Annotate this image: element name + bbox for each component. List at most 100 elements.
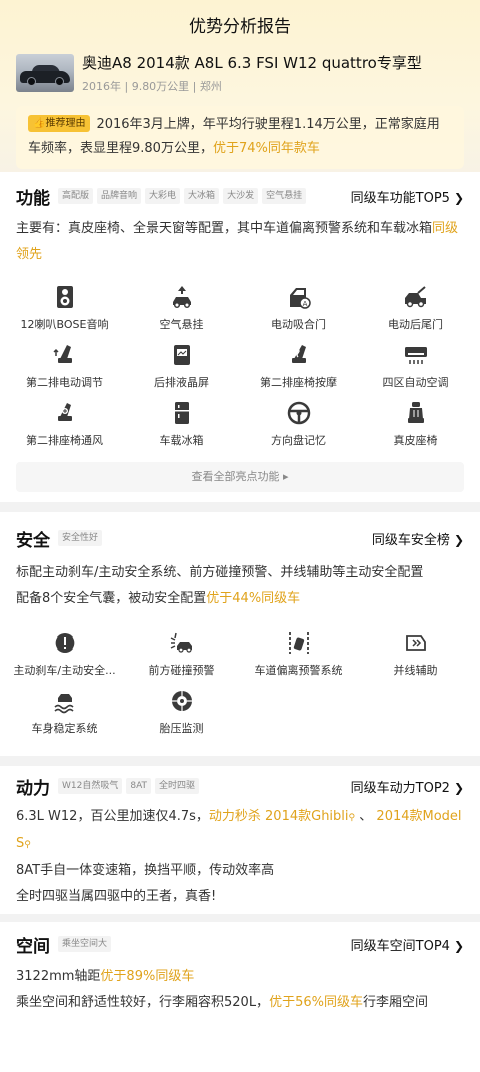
- chevron-right-icon: ❯: [453, 190, 464, 205]
- soft-close-door-icon: A: [289, 288, 311, 309]
- features-top5-link[interactable]: 同级车功能TOP5 ❯: [351, 187, 464, 206]
- car-summary[interactable]: 奥迪A8 2014款 A8L 6.3 FSI W12 quattro专享型 20…: [0, 40, 480, 94]
- page-title: 优势分析报告: [189, 17, 291, 37]
- safety-label: 胎压监测: [159, 722, 204, 735]
- seat-adjust-icon: [52, 345, 72, 363]
- svg-text:A: A: [302, 300, 307, 308]
- feature-item[interactable]: 后排液晶屏: [123, 342, 240, 400]
- power-line-2: 8AT手自一体变速箱，换挡平顺，传动效率高: [16, 863, 275, 878]
- power-header: 动力 W12自然吸气 8AT 全时四驱 同级车动力TOP2 ❯: [0, 774, 480, 799]
- recommend-highlight: 优于74%同年款车: [212, 141, 320, 156]
- recommend-reason: 👍推荐理由 2016年3月上牌，年平均行驶里程1.14万公里，正常家庭用车频率，表…: [16, 106, 464, 169]
- features-tag: 大彩电: [145, 188, 181, 204]
- safety-label: 车道偏离预警系统: [254, 664, 343, 677]
- feature-label: 后排液晶屏: [154, 376, 209, 389]
- fridge-icon: [174, 402, 189, 424]
- safety-tag: 安全性好: [58, 530, 103, 546]
- features-description: 主要有：真皮座椅、全景天窗等配置，其中车道偏离预警系统和车载冰箱同级领先: [16, 221, 459, 262]
- lane-departure-icon: [288, 632, 309, 654]
- space-line-2: 乘坐空间和舒适性较好，行李厢容积520L，优于56%同级车行李厢空间: [16, 995, 428, 1010]
- feature-label: 空气悬挂: [159, 318, 204, 331]
- safety-item[interactable]: 车道偏离预警系统: [240, 630, 357, 688]
- safety-desc-2: 配备8个安全气囊，被动安全配置优于44%同级车: [16, 591, 301, 606]
- car-thumbnail[interactable]: [16, 54, 74, 92]
- safety-label: 车身稳定系统: [31, 722, 98, 735]
- feature-label: 第二排座椅通风: [26, 434, 103, 447]
- feature-item[interactable]: A 电动吸合门: [240, 284, 357, 342]
- power-tailgate-icon: [404, 286, 426, 308]
- chevron-right-icon: ❯: [453, 938, 464, 953]
- feature-item[interactable]: 第二排座椅通风: [6, 400, 123, 458]
- safety-desc-1: 标配主动刹车/主动安全系统、前方碰撞预警、并线辅助等主动安全配置: [16, 565, 424, 580]
- chevron-right-icon: ❯: [453, 532, 464, 547]
- car-meta: 2016年 | 9.80万公里 | 郑州: [82, 80, 222, 93]
- safety-label: 前方碰撞预警: [148, 664, 215, 677]
- space-top4-link[interactable]: 同级车空间TOP4 ❯: [351, 935, 464, 954]
- feature-item[interactable]: 方向盘记忆: [240, 400, 357, 458]
- features-title: 功能: [16, 188, 50, 209]
- stability-icon: [53, 694, 74, 714]
- safety-label: 并线辅助: [393, 664, 438, 677]
- rear-screen-icon: [173, 345, 190, 365]
- air-suspension-icon: [172, 286, 191, 309]
- tire-pressure-icon: [171, 691, 192, 711]
- triangle-right-icon: ▸: [282, 470, 289, 483]
- power-tag: W12自然吸气: [58, 778, 123, 794]
- power-line-3: 全时四驱当属四驱中的王者，真香!: [16, 889, 217, 904]
- features-grid: 12喇叭BOSE音响 空气悬挂 A 电动吸合门 电动后尾门 第二排电动调节 后排…: [0, 284, 480, 458]
- feature-item[interactable]: 12喇叭BOSE音响: [6, 284, 123, 342]
- safety-desc-highlight: 优于44%同级车: [206, 591, 301, 606]
- safety-ranking-link[interactable]: 同级车安全榜 ❯: [372, 529, 464, 548]
- feature-item[interactable]: 真皮座椅: [357, 400, 474, 458]
- power-line-1: 6.3L W12，百公里加速仅4.7s，动力秒杀 2014款Ghibli⚲ 、 …: [16, 809, 462, 851]
- feature-item[interactable]: 第二排电动调节: [6, 342, 123, 400]
- competitor-link-ghibli[interactable]: 动力秒杀 2014款Ghibli: [209, 809, 349, 824]
- safety-item[interactable]: 车身稳定系统: [6, 688, 123, 746]
- blind-spot-icon: [405, 635, 426, 651]
- safety-header: 安全 安全性好 同级车安全榜 ❯: [0, 526, 480, 551]
- features-tag: 大冰箱: [184, 188, 220, 204]
- feature-item[interactable]: 车载冰箱: [123, 400, 240, 458]
- seat-ventilation-icon: [57, 403, 72, 421]
- feature-label: 12喇叭BOSE音响: [20, 318, 109, 331]
- feature-item[interactable]: 第二排座椅按摩: [240, 342, 357, 400]
- features-card: 功能 高配版 品牌音响 大彩电 大冰箱 大沙发 空气悬挂 同级车功能TOP5 ❯ …: [0, 172, 480, 502]
- feature-label: 电动吸合门: [271, 318, 326, 331]
- feature-item[interactable]: 空气悬挂: [123, 284, 240, 342]
- space-tag: 乘坐空间大: [58, 936, 112, 952]
- power-tag: 全时四驱: [155, 778, 200, 794]
- safety-item[interactable]: 主动刹车/主动安全...: [6, 630, 123, 688]
- safety-card: 安全 安全性好 同级车安全榜 ❯ 标配主动刹车/主动安全系统、前方碰撞预警、并线辅…: [0, 512, 480, 756]
- safety-grid: 主动刹车/主动安全... 前方碰撞预警 车道偏离预警系统 并线辅助 车身稳定系统…: [0, 630, 480, 746]
- view-all-features-button[interactable]: 查看全部亮点功能 ▸: [16, 462, 464, 492]
- safety-item[interactable]: 并线辅助: [357, 630, 474, 688]
- collision-warning-icon: [170, 632, 192, 653]
- recommend-badge: 👍推荐理由: [28, 115, 91, 132]
- safety-item[interactable]: 胎压监测: [123, 688, 240, 746]
- power-title: 动力: [16, 778, 50, 799]
- feature-item[interactable]: 四区自动空调: [357, 342, 474, 400]
- space-highlight-2: 优于56%同级车: [269, 995, 363, 1010]
- brake-warning-icon: [53, 633, 76, 653]
- safety-item[interactable]: 前方碰撞预警: [123, 630, 240, 688]
- feature-item[interactable]: 电动后尾门: [357, 284, 474, 342]
- space-card: 空间 乘坐空间大 同级车空间TOP4 ❯ 3122mm轴距优于89%同级车 乘坐空…: [0, 922, 480, 1072]
- chevron-right-icon: ❯: [453, 780, 464, 795]
- car-name: 奥迪A8 2014款 A8L 6.3 FSI W12 quattro专享型: [82, 54, 422, 72]
- search-icon: ⚲: [24, 840, 31, 850]
- climate-icon: [404, 347, 427, 364]
- features-header: 功能 高配版 品牌音响 大彩电 大冰箱 大沙发 空气悬挂 同级车功能TOP5 ❯: [0, 184, 480, 209]
- feature-label: 车载冰箱: [159, 434, 204, 447]
- safety-title: 安全: [16, 530, 50, 551]
- features-tag: 品牌音响: [97, 188, 142, 204]
- search-icon: ⚲: [348, 813, 356, 823]
- space-title: 空间: [16, 936, 50, 957]
- feature-label: 方向盘记忆: [271, 434, 326, 447]
- power-top2-link[interactable]: 同级车动力TOP2 ❯: [351, 777, 464, 796]
- seat-massage-icon: [291, 345, 306, 363]
- safety-label: 主动刹车/主动安全...: [13, 664, 116, 677]
- feature-label: 真皮座椅: [393, 434, 438, 447]
- features-tag: 高配版: [58, 188, 94, 204]
- features-tag: 空气悬挂: [262, 188, 307, 204]
- leather-seat-icon: [407, 402, 424, 423]
